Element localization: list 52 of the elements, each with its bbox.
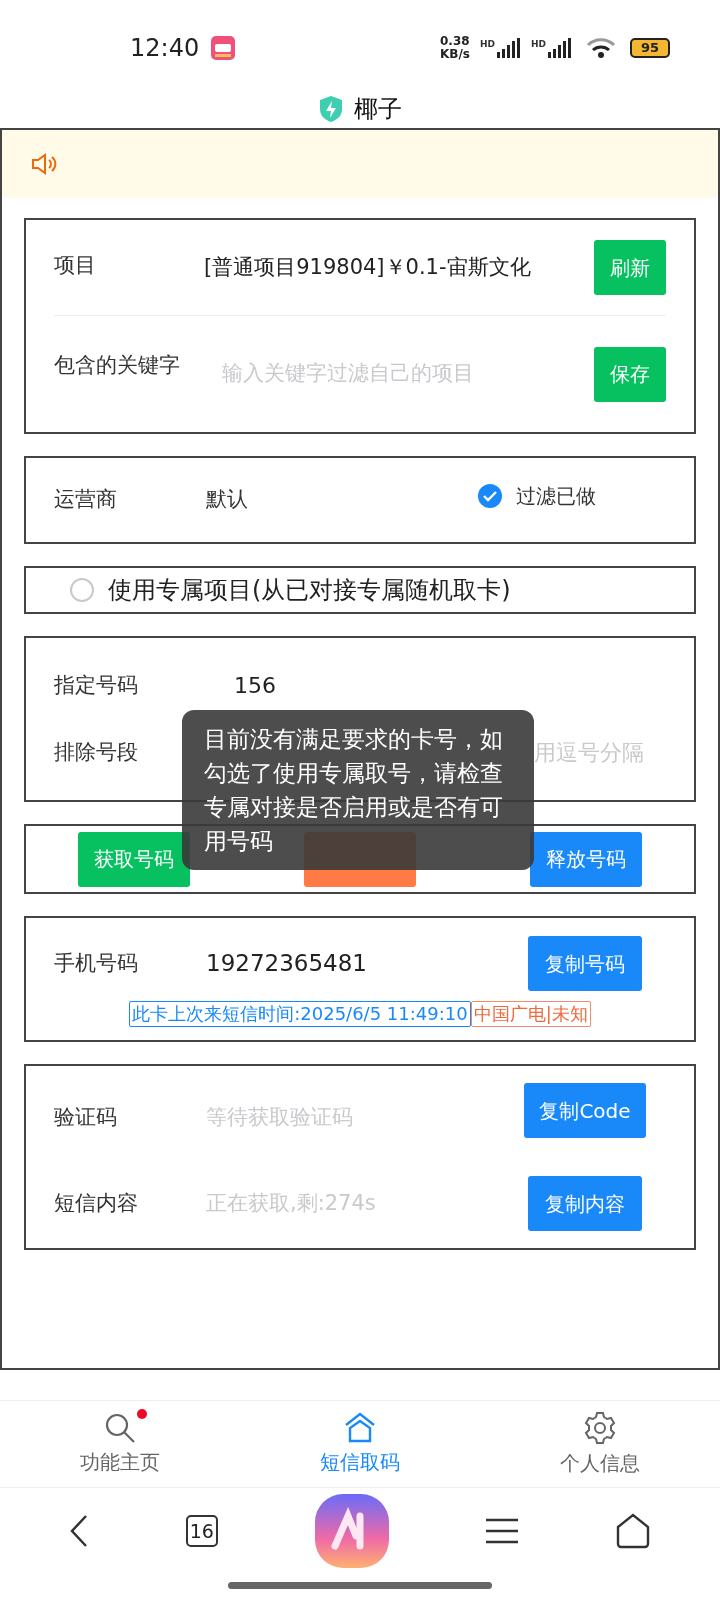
last-sms-tag: 此卡上次来短信时间:2025/6/5 11:49:10 <box>129 1001 471 1027</box>
copy-number-button[interactable]: 复制号码 <box>528 936 642 991</box>
clock: 12:40 <box>130 33 200 64</box>
tabs-count-button[interactable]: 16 <box>185 1515 218 1547</box>
operator-value: 默认 <box>206 486 249 514</box>
field-label: 验证码 <box>54 1103 118 1131</box>
wifi-icon <box>586 37 616 59</box>
field-label: 手机号码 <box>54 949 139 977</box>
field-label: 包含的关键字 <box>54 352 181 379</box>
radio-label: 使用专属项目(从已对接专属随机取卡) <box>108 575 511 606</box>
signal-icon <box>497 38 521 58</box>
phone-number: 19272365481 <box>206 949 368 979</box>
back-icon[interactable] <box>68 1514 89 1548</box>
home-icon <box>343 1411 377 1445</box>
speaker-icon <box>30 152 58 176</box>
action-button[interactable]: 释放号码 <box>530 831 642 887</box>
app-logo-icon[interactable] <box>314 1494 389 1568</box>
tab-item[interactable]: 功能主页 <box>0 1401 240 1487</box>
checkbox-label: 过滤已做 <box>516 483 596 510</box>
project-value: [普通项目919804]￥0.1-宙斯文化 <box>204 253 532 281</box>
field-label: 项目 <box>54 252 97 279</box>
page-title: 椰子 <box>354 94 402 125</box>
copy-content-button[interactable]: 复制内容 <box>528 1176 642 1231</box>
error-toast: 目前没有满足要求的卡号，如勾选了使用专属取号，请检查专属对接是否启用或是否有可用号码 <box>182 710 534 870</box>
shield-icon <box>318 95 344 123</box>
copy-code-button[interactable]: 复制Code <box>524 1083 646 1138</box>
field-label: 指定号码 <box>54 671 139 699</box>
assigned-number: 156 <box>234 672 276 700</box>
action-button[interactable]: 获取号码 <box>78 831 190 887</box>
field-label: 短信内容 <box>54 1189 139 1217</box>
tab-item[interactable]: 个人信息 <box>480 1401 720 1487</box>
speed-unit: KB/s <box>440 48 470 61</box>
save-button[interactable]: 保存 <box>594 346 666 402</box>
battery-indicator: 95 <box>630 38 670 58</box>
tab-item[interactable]: 短信取码 <box>240 1401 480 1487</box>
network-speed: 0.38 <box>440 35 470 48</box>
hd-label: HD <box>531 38 546 51</box>
home-icon[interactable] <box>615 1513 652 1549</box>
field-label: 排除号段 <box>54 738 138 766</box>
field-label: 运营商 <box>54 486 118 514</box>
exclusive-option[interactable]: 使用专属项目(从已对接专属随机取卡) <box>24 566 696 614</box>
carrier-tag: 中国广电|未知 <box>470 1001 591 1027</box>
check-icon <box>483 490 497 502</box>
settings-icon <box>582 1410 618 1446</box>
refresh-button[interactable]: 刷新 <box>594 240 666 295</box>
menu-icon[interactable] <box>486 1517 519 1545</box>
search-icon <box>103 1411 137 1445</box>
signal-icon <box>548 38 572 58</box>
hd-label: HD <box>479 38 495 51</box>
filter-checkbox[interactable] <box>478 484 502 508</box>
radio-button[interactable] <box>70 578 94 602</box>
app-icon <box>211 36 236 60</box>
